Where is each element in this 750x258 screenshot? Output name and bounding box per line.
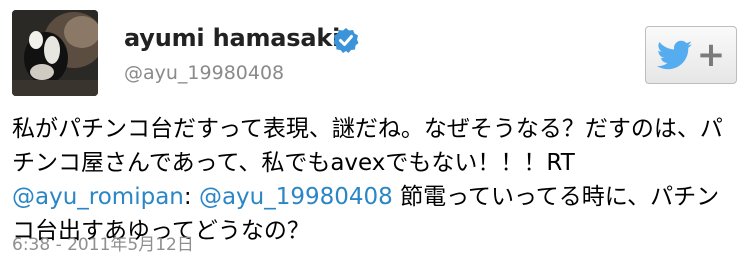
follow-plus-icon: + <box>696 35 726 75</box>
tweet-body-1: 私がパチンコ台だすって表現、謎だね。なぜそうなる？だすのは、パチンコ屋さんであっ… <box>12 116 723 176</box>
display-name[interactable]: ayumi hamasaki <box>124 24 340 52</box>
verified-badge-icon <box>333 28 359 53</box>
twitter-bird-icon <box>656 40 692 70</box>
tweet-text: 私がパチンコ台だすって表現、謎だね。なぜそうなる？だすのは、パチンコ屋さんであっ… <box>12 112 742 248</box>
follow-button[interactable]: + <box>645 26 737 84</box>
tweet-colon: : <box>183 184 199 210</box>
mention-link[interactable]: @ayu_romipan <box>12 184 184 210</box>
avatar[interactable] <box>12 10 98 96</box>
tweet-timestamp[interactable]: 6:38 - 2011年5月12日 <box>12 230 194 255</box>
mention-link[interactable]: @ayu_19980408 <box>199 184 393 210</box>
user-handle[interactable]: @ayu_19980408 <box>124 62 284 84</box>
profile-photo <box>12 10 98 96</box>
